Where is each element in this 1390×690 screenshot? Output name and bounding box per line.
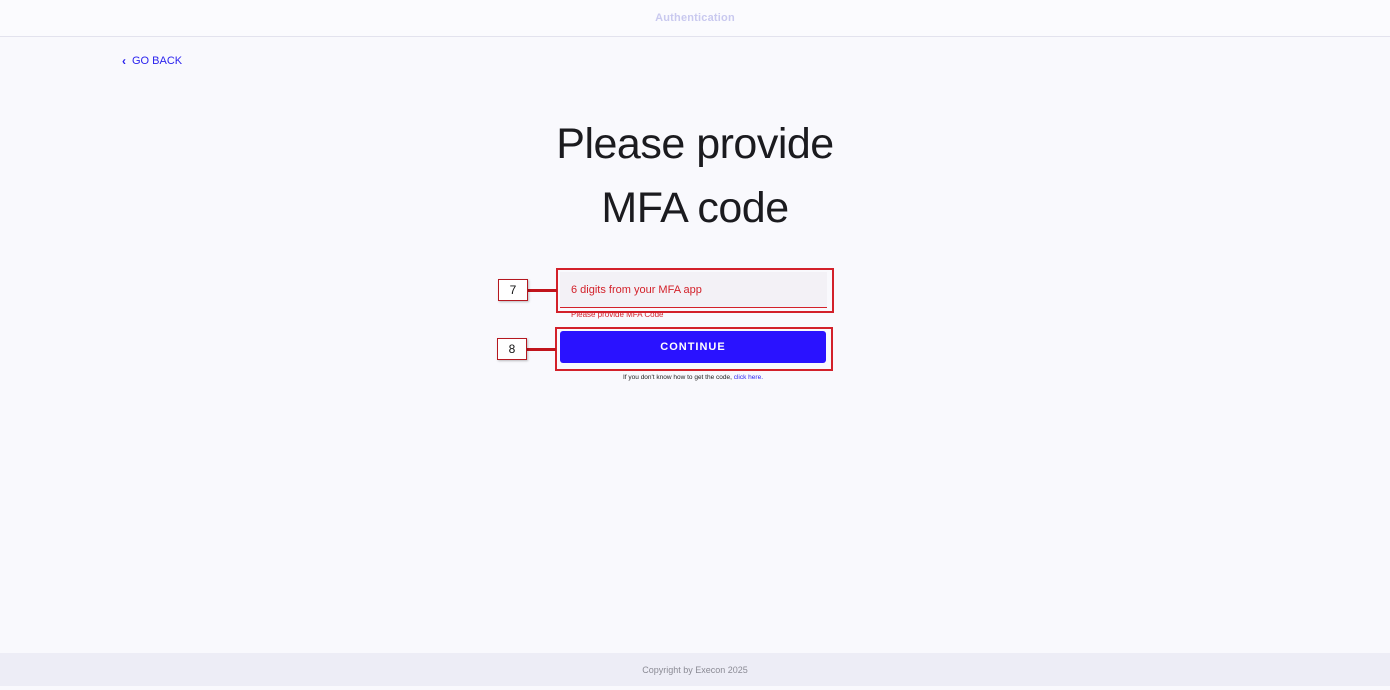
mfa-error-message: Please provide MFA Code [571,310,664,319]
annotation-connector-button [526,348,556,351]
header-title: Authentication [655,12,735,24]
annotation-marker-button: 8 [497,338,527,360]
app-header: Authentication [0,0,1390,37]
footer-copyright: Copyright by Execon 2025 [642,664,748,675]
page-title-line-2: MFA code [601,184,789,232]
help-text-prefix: If you don't know how to get the code, [622,374,732,381]
mfa-code-input[interactable] [560,272,827,307]
help-text: If you don't know how to get the code, c… [0,374,1386,381]
chevron-left-icon: ‹ [122,54,126,68]
annotation-marker-field: 7 [498,279,528,301]
continue-button[interactable]: CONTINUE [560,331,826,363]
help-link[interactable]: click here. [734,374,763,381]
bottom-divider [0,686,1390,690]
page-title: Please provide MFA code [0,112,1390,240]
page-title-line-1: Please provide [556,120,834,168]
annotation-connector-field [527,289,557,292]
mfa-code-field[interactable] [560,272,827,308]
go-back-link[interactable]: ‹ GO BACK [122,55,182,67]
go-back-label: GO BACK [132,55,183,67]
page-footer: Copyright by Execon 2025 [0,653,1390,686]
